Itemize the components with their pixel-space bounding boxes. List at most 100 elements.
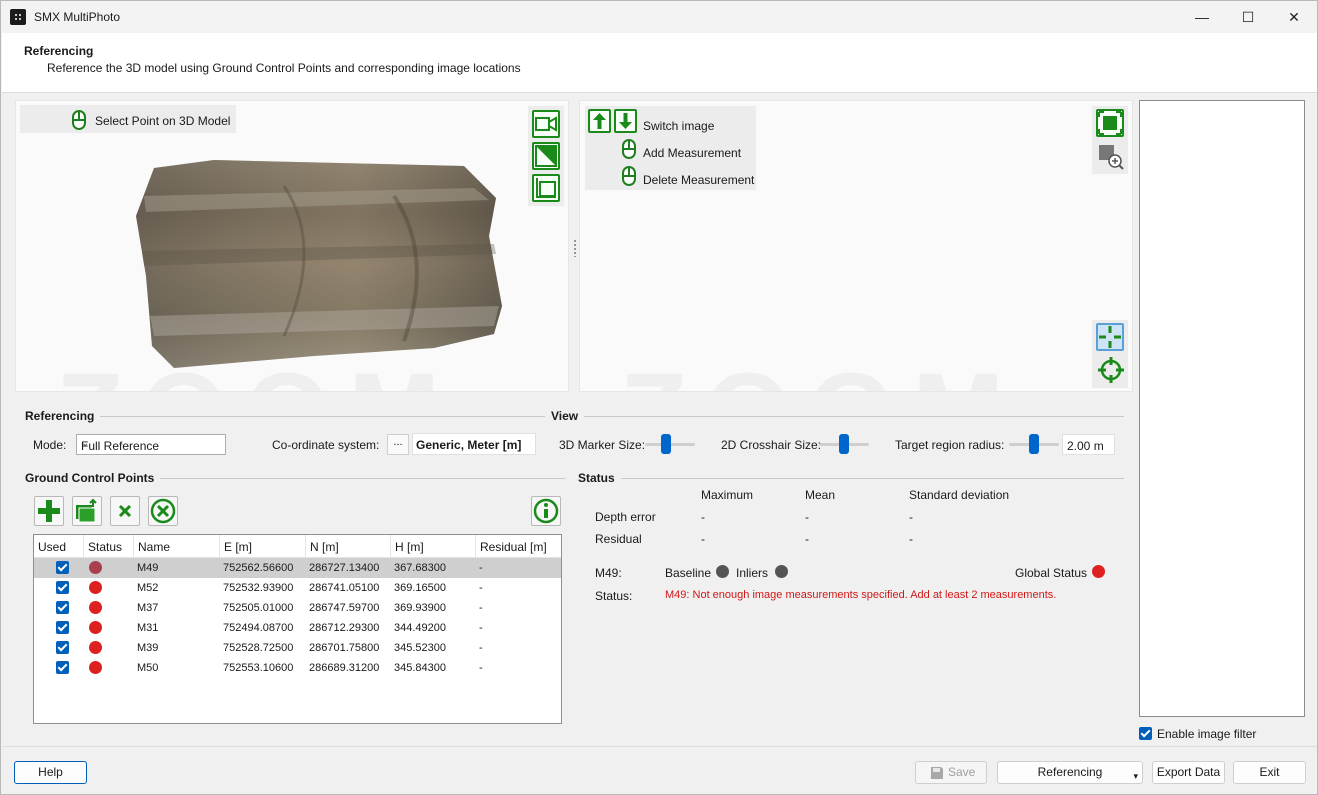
inliers-label: Inliers: [736, 566, 769, 580]
info-button[interactable]: [531, 496, 561, 526]
next-image-button[interactable]: [614, 109, 637, 133]
baseline-status-dot: [716, 565, 729, 578]
clip-plane-button[interactable]: [532, 142, 560, 170]
image-list-panel[interactable]: [1139, 100, 1305, 717]
fit-to-view-button[interactable]: [1096, 109, 1124, 137]
depth-error-label: Depth error: [595, 510, 656, 524]
col-n[interactable]: N [m]: [310, 540, 339, 554]
enable-image-filter-checkbox[interactable]: [1139, 727, 1152, 740]
gcp-residual: -: [479, 622, 483, 634]
table-row[interactable]: M39 752528.72500 286701.75800 345.52300 …: [34, 638, 561, 658]
bounding-box-button[interactable]: [532, 174, 560, 202]
maximize-button[interactable]: ☐: [1225, 1, 1271, 33]
status-message: M49: Not enough image measurements speci…: [665, 589, 1057, 601]
gcp-e: 752553.10600: [223, 662, 294, 674]
status-group-title: Status: [578, 471, 621, 485]
crosshair-button[interactable]: [1096, 323, 1124, 351]
plus-icon: [38, 500, 60, 522]
image-viewer[interactable]: ZOOM Switch image Add Measurement Delete…: [579, 100, 1133, 392]
col-name[interactable]: Name: [138, 540, 170, 554]
col-status[interactable]: Status: [88, 540, 122, 554]
depth-error-std: -: [909, 510, 913, 524]
table-row[interactable]: M49 752562.56600 286727.13400 367.68300 …: [34, 558, 561, 578]
save-button-label: Save: [948, 765, 976, 779]
target-radius-value: 2.00 m: [1067, 439, 1104, 453]
zoom-region-button[interactable]: [1098, 144, 1124, 170]
delete-measurement-label: Delete Measurement: [643, 173, 755, 187]
center-target-button[interactable]: [1098, 357, 1124, 383]
used-checkbox[interactable]: [56, 621, 69, 634]
bounding-box-icon: [536, 178, 556, 198]
col-e[interactable]: E [m]: [224, 540, 252, 554]
target-radius-slider-thumb[interactable]: [1029, 434, 1039, 454]
used-checkbox[interactable]: [56, 661, 69, 674]
target-radius-label: Target region radius:: [895, 438, 1005, 452]
col-h[interactable]: H [m]: [395, 540, 424, 554]
global-status-dot: [1092, 565, 1105, 578]
crosshair-size-label: 2D Crosshair Size:: [721, 438, 822, 452]
close-button[interactable]: ✕: [1271, 1, 1317, 33]
referencing-group-line: [25, 416, 545, 417]
exit-button[interactable]: Exit: [1233, 761, 1306, 784]
table-row[interactable]: M52 752532.93900 286741.05100 369.16500 …: [34, 578, 561, 598]
gcp-n: 286741.05100: [309, 582, 380, 594]
floppy-disk-icon: [931, 767, 943, 779]
import-gcp-button[interactable]: [72, 496, 102, 526]
gcp-residual: -: [479, 562, 483, 574]
table-row[interactable]: M31 752494.08700 286712.29300 344.49200 …: [34, 618, 561, 638]
select-point-hint: Select Point on 3D Model: [20, 105, 236, 133]
gcp-table-header: Used Status Name E [m] N [m] H [m] Resid…: [34, 535, 561, 558]
depth-error-max: -: [701, 510, 705, 524]
gcp-name: M31: [137, 622, 159, 634]
status-dot: [89, 561, 102, 574]
used-checkbox[interactable]: [56, 641, 69, 654]
col-used[interactable]: Used: [38, 540, 66, 554]
coordinate-system-browse-button[interactable]: ...: [387, 434, 409, 455]
add-measurement-label: Add Measurement: [643, 146, 742, 160]
target-radius-slider[interactable]: [1009, 434, 1059, 454]
referencing-button[interactable]: Referencing ▾: [997, 761, 1143, 784]
target-icon: [1098, 357, 1124, 383]
help-button[interactable]: Help: [14, 761, 87, 784]
residual-mean: -: [805, 532, 809, 546]
view-group-title: View: [551, 409, 585, 423]
export-data-button[interactable]: Export Data: [1152, 761, 1225, 784]
app-logo-icon: [10, 9, 26, 25]
mouse-right-click-icon: [622, 166, 636, 186]
selected-point-label: M49:: [595, 566, 622, 580]
mode-dropdown[interactable]: Full Reference ⌄: [76, 434, 226, 455]
used-checkbox[interactable]: [56, 561, 69, 574]
table-row[interactable]: M37 752505.01000 286747.59700 369.93900 …: [34, 598, 561, 618]
crosshair-size-slider[interactable]: [819, 434, 869, 454]
chevron-down-icon: ⌄: [81, 438, 90, 449]
marker-size-slider-thumb[interactable]: [661, 434, 671, 454]
camera-view-button[interactable]: [532, 110, 560, 138]
window-title: SMX MultiPhoto: [34, 10, 121, 24]
target-radius-field[interactable]: 2.00 m: [1062, 434, 1115, 455]
residual-label: Residual: [595, 532, 642, 546]
minimize-button[interactable]: —: [1179, 1, 1225, 33]
viewer-splitter-handle[interactable]: [573, 239, 577, 257]
clear-gcp-button[interactable]: [148, 496, 178, 526]
save-button[interactable]: Save: [915, 761, 987, 784]
app-window: SMX MultiPhoto — ☐ ✕ Referencing Referen…: [0, 0, 1318, 795]
mouse-left-click-icon: [622, 139, 636, 159]
info-icon: [533, 498, 559, 524]
crosshair-size-slider-thumb[interactable]: [839, 434, 849, 454]
add-gcp-button[interactable]: [34, 496, 64, 526]
gcp-e: 752505.01000: [223, 602, 294, 614]
gcp-e: 752562.56600: [223, 562, 294, 574]
used-checkbox[interactable]: [56, 601, 69, 614]
previous-image-button[interactable]: [588, 109, 611, 133]
viewer-3d[interactable]: ZOOM Select Point on 3D Model: [15, 100, 569, 392]
remove-gcp-button[interactable]: [110, 496, 140, 526]
status-dot: [89, 581, 102, 594]
coordinate-system-label: Co-ordinate system:: [272, 438, 380, 452]
image-viewer-crosshair-toolbar: [1092, 320, 1128, 388]
table-row[interactable]: M50 752553.10600 286689.31200 345.84300 …: [34, 658, 561, 678]
used-checkbox[interactable]: [56, 581, 69, 594]
circle-x-icon: [150, 498, 176, 524]
col-residual[interactable]: Residual [m]: [480, 540, 547, 554]
marker-size-slider[interactable]: [645, 434, 695, 454]
gcp-table[interactable]: Used Status Name E [m] N [m] H [m] Resid…: [33, 534, 562, 724]
